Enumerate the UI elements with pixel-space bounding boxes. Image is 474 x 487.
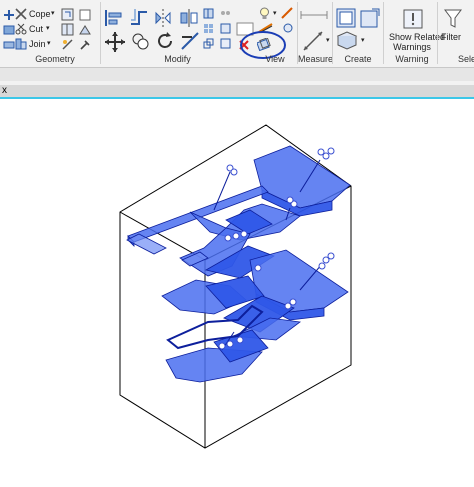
warning-icon[interactable] [402, 8, 424, 30]
filter-button[interactable]: Filter [441, 32, 461, 42]
demolish-icon[interactable] [61, 38, 74, 51]
show-related-warnings-line2: Warnings [393, 42, 431, 52]
ribbon: Cope ▾ Cut ▾ Join ▾ Geometry Modify ▾ Vi… [0, 0, 474, 68]
cope-icon[interactable] [15, 8, 27, 20]
create-group-dropdown-icon[interactable]: ▾ [361, 36, 365, 46]
dimension-dropdown-icon[interactable]: ▾ [326, 36, 330, 46]
mirror-draw-icon[interactable] [179, 8, 199, 28]
wall-joins-icon[interactable] [61, 8, 74, 21]
measure-between-icon[interactable] [300, 10, 328, 20]
trim-extend-icon[interactable] [180, 31, 200, 51]
modify-panel-title: Modify [164, 54, 191, 64]
lightbulb-dropdown-icon[interactable]: ▾ [273, 9, 277, 19]
view-tab[interactable]: x [0, 85, 474, 99]
create-panel-title: Create [344, 54, 372, 64]
copy-icon[interactable] [131, 32, 151, 52]
delete-icon[interactable] [220, 38, 231, 49]
join-small-icon[interactable] [3, 39, 15, 51]
create-parts-icon[interactable] [360, 8, 380, 28]
split-face-icon[interactable] [61, 23, 74, 36]
cut-icon[interactable] [15, 23, 27, 35]
view-panel-title: View [265, 54, 285, 64]
3d-viewport[interactable] [0, 100, 474, 482]
pin-hammer-icon[interactable] [79, 39, 91, 51]
align-icon[interactable] [104, 8, 124, 28]
unpin-icon[interactable] [220, 8, 231, 19]
create-group-icon[interactable] [336, 30, 358, 52]
stair-model-view [119, 124, 352, 449]
dimension-icon[interactable] [302, 30, 324, 52]
filter-icon[interactable] [444, 9, 462, 29]
cope-dropdown-icon[interactable]: ▾ [51, 9, 55, 19]
cut-small-icon[interactable] [3, 24, 15, 36]
join-button[interactable]: Join [29, 39, 46, 49]
override-graphics-icon[interactable] [281, 7, 293, 19]
split-element-icon[interactable] [203, 8, 214, 19]
join-roof-icon[interactable] [79, 24, 91, 36]
panel-separator [100, 2, 101, 64]
create-assembly-icon[interactable] [336, 8, 356, 28]
rotate-icon[interactable] [155, 31, 175, 51]
offset-icon[interactable] [129, 8, 149, 28]
array-icon[interactable] [203, 23, 214, 34]
panel-separator [437, 2, 438, 64]
panel-separator [332, 2, 333, 64]
view-tab-close[interactable]: x [2, 85, 7, 97]
pin-icon[interactable] [220, 23, 231, 34]
panel-separator [383, 2, 384, 64]
mirror-axis-icon[interactable] [153, 8, 173, 28]
show-related-warnings-line1: Show Related [389, 32, 446, 42]
selection-panel-title: Selec [458, 54, 474, 64]
options-bar [0, 68, 474, 81]
scale-icon[interactable] [203, 38, 214, 49]
measure-panel-title: Measure [298, 54, 334, 64]
warning-panel-title: Warning [395, 54, 429, 64]
join-dropdown-icon[interactable]: ▾ [47, 39, 51, 49]
cut-button[interactable]: Cut [29, 24, 43, 34]
lightbulb-icon[interactable] [258, 7, 271, 20]
paint-icon[interactable] [79, 9, 91, 21]
geometry-panel-title: Geometry [35, 54, 75, 64]
cope-button[interactable]: Cope [29, 9, 51, 19]
cut-dropdown-icon[interactable]: ▾ [46, 24, 50, 34]
move-icon[interactable] [104, 31, 126, 53]
cope-small-icon[interactable] [3, 9, 15, 21]
join-icon[interactable] [15, 38, 27, 50]
stair-assembly[interactable] [126, 145, 351, 383]
